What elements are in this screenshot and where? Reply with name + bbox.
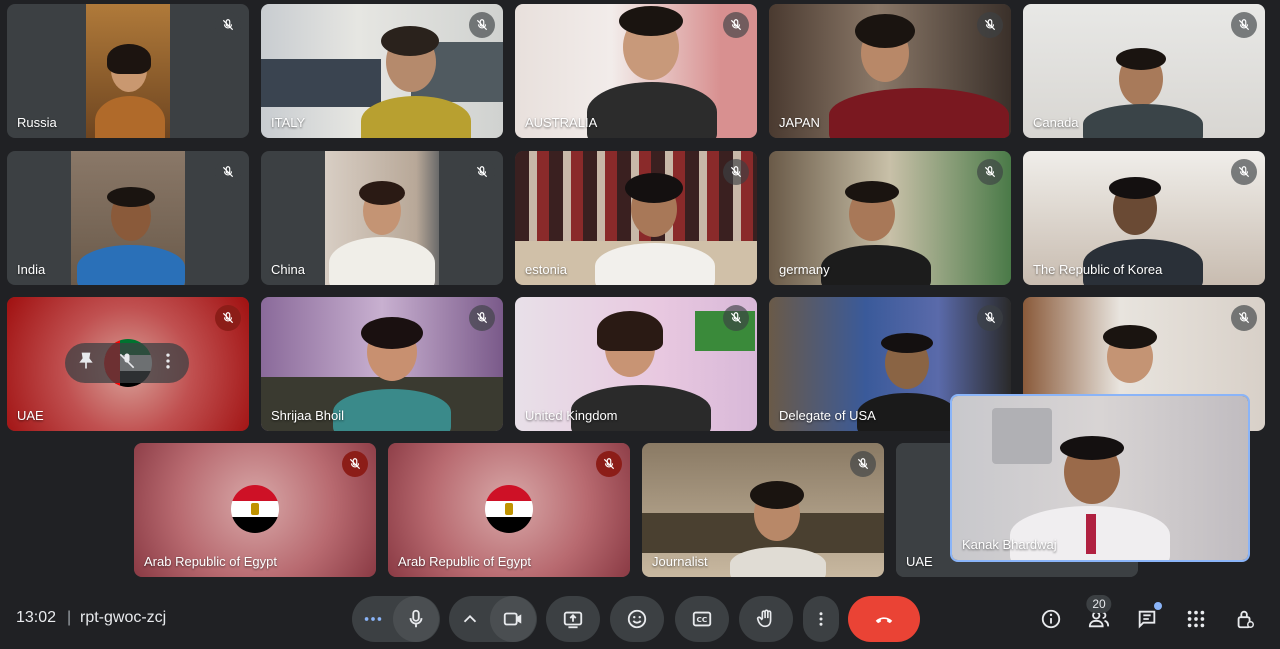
participant-name: ITALY — [271, 115, 306, 130]
activities-button[interactable] — [1179, 602, 1213, 636]
camera-group — [449, 596, 537, 642]
participant-name: estonia — [525, 262, 567, 277]
people-count-badge: 20 — [1086, 595, 1112, 613]
chevron-up-icon[interactable] — [450, 608, 490, 630]
participant-name: India — [17, 262, 46, 277]
mic-off-icon — [342, 451, 368, 477]
participant-name: United Kingdom — [525, 408, 618, 423]
more-options-button[interactable] — [803, 596, 839, 642]
mic-off-icon — [1231, 305, 1257, 331]
participant-tile[interactable]: Russia — [7, 4, 249, 138]
participant-tile[interactable]: China — [261, 151, 503, 285]
tile-hover-controls — [65, 343, 189, 383]
control-bar: 13:02 | rpt-gwoc-zcj CC 20 — [0, 590, 1280, 649]
participant-tile[interactable]: estonia — [515, 151, 757, 285]
participant-tile[interactable]: UAE — [7, 297, 249, 431]
tie — [1086, 514, 1096, 554]
egypt-flag-avatar — [231, 485, 279, 533]
host-controls-icon — [1237, 610, 1254, 629]
present-icon — [563, 611, 583, 629]
mic-off-icon — [977, 305, 1003, 331]
mic-off-icon — [723, 305, 749, 331]
mic-off-icon — [850, 451, 876, 477]
participant-tile[interactable]: Arab Republic of Egypt — [388, 443, 630, 577]
mic-off-icon — [215, 159, 241, 185]
participant-name: UAE — [906, 554, 933, 569]
mic-off-icon — [596, 451, 622, 477]
meeting-code: rpt-gwoc-zcj — [80, 609, 167, 626]
emoji-icon — [627, 609, 647, 629]
meeting-details-button[interactable] — [1034, 602, 1068, 636]
chat-button[interactable] — [1130, 602, 1164, 636]
apps-icon — [1187, 610, 1205, 628]
participant-name: Canada — [1033, 115, 1079, 130]
mic-off-icon — [723, 159, 749, 185]
reactions-button[interactable] — [610, 596, 664, 642]
participant-tile[interactable]: JAPAN — [769, 4, 1011, 138]
self-view-tile[interactable]: Kanak Bhardwaj — [950, 394, 1250, 562]
participant-tile[interactable]: United Kingdom — [515, 297, 757, 431]
participant-tile[interactable]: Shrijaa Bhoil — [261, 297, 503, 431]
participant-name: Journalist — [652, 554, 708, 569]
participant-name: Russia — [17, 115, 57, 130]
mic-off-icon — [723, 12, 749, 38]
unread-dot — [1154, 602, 1162, 610]
participant-tile[interactable]: germany — [769, 151, 1011, 285]
mic-off-icon — [215, 12, 241, 38]
pin-icon[interactable] — [76, 351, 96, 376]
participant-tile[interactable]: India — [7, 151, 249, 285]
captions-button[interactable]: CC — [675, 596, 729, 642]
participant-tile[interactable]: Journalist — [642, 443, 884, 577]
mic-off-icon — [1231, 12, 1257, 38]
raise-hand-button[interactable] — [739, 596, 793, 642]
separator: | — [67, 609, 72, 626]
people-button[interactable]: 20 — [1082, 595, 1116, 636]
more-audio-options-icon[interactable] — [353, 608, 393, 630]
raise-hand-icon — [756, 609, 772, 628]
host-controls-button[interactable] — [1228, 602, 1262, 636]
participant-name: China — [271, 262, 305, 277]
chat-icon — [1138, 610, 1156, 629]
mic-off-icon — [977, 12, 1003, 38]
mic-off-icon — [469, 305, 495, 331]
info-icon — [1041, 609, 1061, 629]
participant-name: UAE — [17, 408, 44, 423]
mic-off-icon — [1231, 159, 1257, 185]
participant-name: Delegate of USA — [779, 408, 876, 423]
participant-tile[interactable]: Arab Republic of Egypt — [134, 443, 376, 577]
mic-group — [352, 596, 440, 642]
hangup-icon — [875, 617, 893, 624]
mic-off-icon — [469, 12, 495, 38]
more-vert-icon — [819, 612, 823, 626]
meeting-time: 13:02 — [16, 609, 57, 626]
camera-icon[interactable] — [490, 596, 536, 642]
mic-icon[interactable] — [393, 596, 439, 642]
participant-name: Shrijaa Bhoil — [271, 408, 344, 423]
egypt-flag-avatar — [485, 485, 533, 533]
participant-name: Arab Republic of Egypt — [398, 554, 531, 569]
more-vert-icon[interactable] — [158, 351, 178, 376]
participant-name: AUSTRALIA — [525, 115, 598, 130]
present-button[interactable] — [546, 596, 600, 642]
mic-off-icon — [215, 305, 241, 331]
participant-tile[interactable]: AUSTRALIA — [515, 4, 757, 138]
participant-tile[interactable]: Canada — [1023, 4, 1265, 138]
participant-name: The Republic of Korea — [1033, 262, 1163, 277]
participant-name: Arab Republic of Egypt — [144, 554, 277, 569]
mute-participant-icon[interactable] — [117, 351, 137, 376]
participant-tile[interactable]: The Republic of Korea — [1023, 151, 1265, 285]
captions-icon: CC — [692, 611, 712, 627]
mic-off-icon — [977, 159, 1003, 185]
participant-name: Kanak Bhardwaj — [962, 537, 1057, 552]
participant-name: JAPAN — [779, 115, 820, 130]
mic-off-icon — [469, 159, 495, 185]
participant-name: germany — [779, 262, 830, 277]
leave-call-button[interactable] — [848, 596, 920, 642]
svg-text:CC: CC — [697, 615, 708, 624]
participant-tile[interactable]: ITALY — [261, 4, 503, 138]
